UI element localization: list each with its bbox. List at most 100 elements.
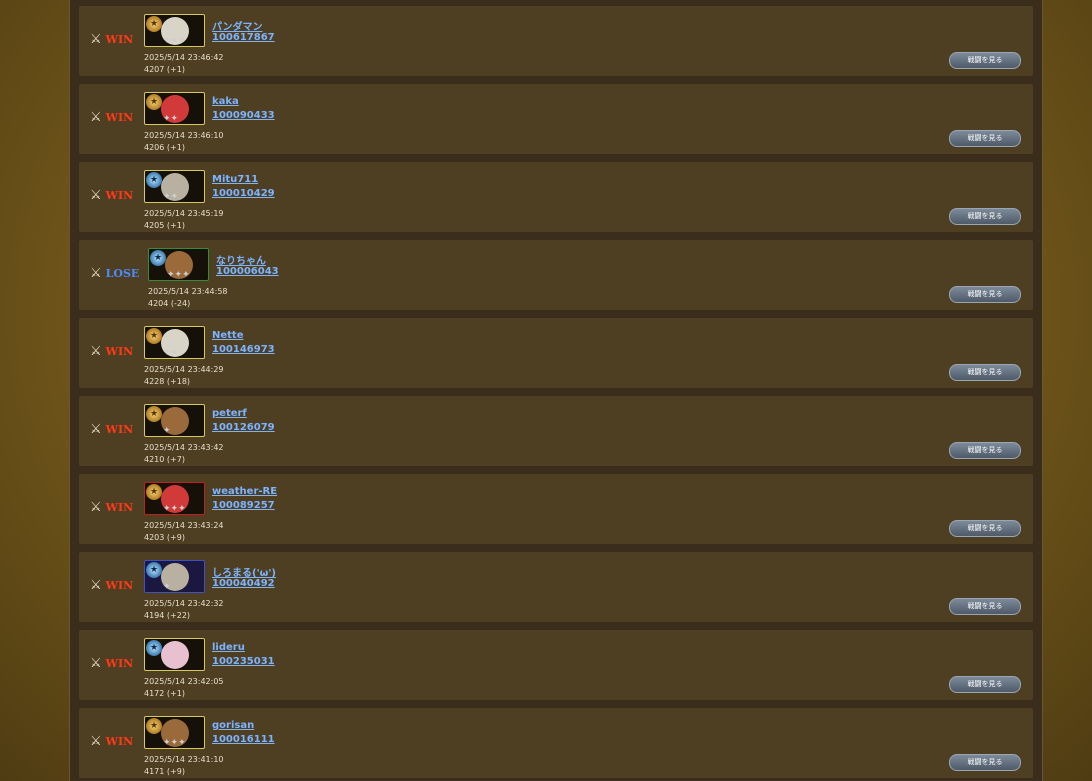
equipment-icon: ✦ [163, 426, 171, 436]
crossed-swords-icon: ⚔ [90, 188, 102, 203]
battle-row: ⚔ WIN ★ ✦ peterf 100126079 2025/5/14 23:… [79, 396, 1033, 466]
rank-badge-icon: ★ [146, 640, 162, 656]
result-indicator: ⚔ WIN [90, 110, 133, 125]
equipment-icon: ✦✦✦ [163, 36, 186, 46]
result-indicator: ⚔ WIN [90, 188, 133, 203]
result-label: WIN [105, 657, 134, 670]
result-indicator: ⚔ LOSE [90, 266, 139, 281]
view-battle-button[interactable]: 戦闘を見る [949, 208, 1021, 225]
opponent-avatar: ★ ✦ [144, 560, 205, 593]
crossed-swords-icon: ⚔ [90, 32, 102, 47]
opponent-id-link[interactable]: 100016111 [212, 734, 275, 745]
opponent-id-link[interactable]: 100089257 [212, 500, 275, 511]
crossed-swords-icon: ⚔ [90, 578, 102, 593]
opponent-id-link[interactable]: 100090433 [212, 110, 275, 121]
view-battle-button[interactable]: 戦闘を見る [949, 676, 1021, 693]
view-battle-button[interactable]: 戦闘を見る [949, 286, 1021, 303]
result-label: WIN [105, 189, 134, 202]
battle-row: ⚔ LOSE ★ ✦✦✦ なりちゃん 100006043 2025/5/14 2… [79, 240, 1033, 310]
opponent-name-link[interactable]: weather-RE [212, 486, 277, 497]
view-battle-button[interactable]: 戦闘を見る [949, 598, 1021, 615]
crossed-swords-icon: ⚔ [90, 656, 102, 671]
opponent-id-link[interactable]: 100146973 [212, 344, 275, 355]
rank-badge-icon: ★ [146, 484, 162, 500]
opponent-id-link[interactable]: 100006043 [216, 266, 279, 277]
rank-badge-icon: ★ [146, 718, 162, 734]
result-label: WIN [105, 735, 134, 748]
opponent-name-link[interactable]: Mitu711 [212, 174, 258, 185]
opponent-avatar: ★ ✦ [144, 404, 205, 437]
opponent-avatar: ★ ✦✦ [144, 170, 205, 203]
opponent-name-link[interactable]: しろまる('ω') [212, 564, 276, 579]
rating-change: 4205 (+1) [144, 221, 185, 230]
crossed-swords-icon: ⚔ [90, 266, 102, 281]
result-indicator: ⚔ WIN [90, 344, 133, 359]
rating-change: 4206 (+1) [144, 143, 185, 152]
battle-row: ⚔ WIN ★ ✦ しろまる('ω') 100040492 2025/5/14 … [79, 552, 1033, 622]
opponent-id-link[interactable]: 100617867 [212, 32, 275, 43]
equipment-icon: ✦✦✦ [163, 738, 186, 748]
opponent-id-link[interactable]: 100126079 [212, 422, 275, 433]
result-indicator: ⚔ WIN [90, 734, 133, 749]
opponent-avatar: ★ ✦✦✦ [144, 716, 205, 749]
battle-row: ⚔ WIN ★ ✦✦ Mitu711 100010429 2025/5/14 2… [79, 162, 1033, 232]
opponent-name-link[interactable]: peterf [212, 408, 247, 419]
opponent-avatar: ★ ✦✦ [144, 92, 205, 125]
crossed-swords-icon: ⚔ [90, 422, 102, 437]
opponent-name-link[interactable]: パンダマン [212, 18, 263, 33]
battle-row: ⚔ WIN ★ ✦✦✦ gorisan 100016111 2025/5/14 … [79, 708, 1033, 778]
battle-row: ⚔ WIN ★ ✦ lideru 100235031 2025/5/14 23:… [79, 630, 1033, 700]
battle-history-panel: ⚔ WIN ★ ✦✦✦ パンダマン 100617867 2025/5/14 23… [69, 0, 1043, 781]
battle-datetime: 2025/5/14 23:46:10 [144, 131, 224, 140]
rank-badge-icon: ★ [146, 562, 162, 578]
rank-badge-icon: ★ [146, 16, 162, 32]
equipment-icon: ✦ [163, 660, 171, 670]
battle-datetime: 2025/5/14 23:41:10 [144, 755, 224, 764]
battle-row: ⚔ WIN ★ ✦✦ Nette 100146973 2025/5/14 23:… [79, 318, 1033, 388]
battle-datetime: 2025/5/14 23:43:42 [144, 443, 224, 452]
rank-badge-icon: ★ [150, 250, 166, 266]
equipment-icon: ✦ [163, 582, 171, 592]
result-indicator: ⚔ WIN [90, 500, 133, 515]
result-label: WIN [105, 345, 134, 358]
battle-datetime: 2025/5/14 23:42:05 [144, 677, 224, 686]
battle-datetime: 2025/5/14 23:44:58 [148, 287, 228, 296]
opponent-id-link[interactable]: 100040492 [212, 578, 275, 589]
view-battle-button[interactable]: 戦闘を見る [949, 364, 1021, 381]
opponent-avatar: ★ ✦ [144, 638, 205, 671]
rating-change: 4203 (+9) [144, 533, 185, 542]
result-indicator: ⚔ WIN [90, 422, 133, 437]
opponent-avatar: ★ ✦✦ [144, 326, 205, 359]
battle-datetime: 2025/5/14 23:43:24 [144, 521, 224, 530]
opponent-name-link[interactable]: kaka [212, 96, 239, 107]
result-label: WIN [105, 501, 134, 514]
rating-change: 4210 (+7) [144, 455, 185, 464]
result-label: WIN [105, 33, 134, 46]
view-battle-button[interactable]: 戦闘を見る [949, 442, 1021, 459]
rating-change: 4228 (+18) [144, 377, 191, 386]
view-battle-button[interactable]: 戦闘を見る [949, 520, 1021, 537]
equipment-icon: ✦✦ [163, 348, 179, 358]
crossed-swords-icon: ⚔ [90, 734, 102, 749]
opponent-name-link[interactable]: gorisan [212, 720, 254, 731]
opponent-name-link[interactable]: lideru [212, 642, 245, 653]
rank-badge-icon: ★ [146, 94, 162, 110]
opponent-id-link[interactable]: 100235031 [212, 656, 275, 667]
view-battle-button[interactable]: 戦闘を見る [949, 754, 1021, 771]
result-indicator: ⚔ WIN [90, 656, 133, 671]
opponent-avatar: ★ ✦✦✦ [144, 482, 205, 515]
equipment-icon: ✦✦✦ [167, 270, 190, 280]
battle-row: ⚔ WIN ★ ✦✦✦ weather-RE 100089257 2025/5/… [79, 474, 1033, 544]
opponent-name-link[interactable]: Nette [212, 330, 244, 341]
result-indicator: ⚔ WIN [90, 578, 133, 593]
rating-change: 4171 (+9) [144, 767, 185, 776]
rank-badge-icon: ★ [146, 172, 162, 188]
view-battle-button[interactable]: 戦闘を見る [949, 130, 1021, 147]
crossed-swords-icon: ⚔ [90, 500, 102, 515]
rating-change: 4204 (-24) [148, 299, 191, 308]
opponent-id-link[interactable]: 100010429 [212, 188, 275, 199]
result-indicator: ⚔ WIN [90, 32, 133, 47]
opponent-name-link[interactable]: なりちゃん [216, 252, 266, 267]
equipment-icon: ✦✦✦ [163, 504, 186, 514]
view-battle-button[interactable]: 戦闘を見る [949, 52, 1021, 69]
